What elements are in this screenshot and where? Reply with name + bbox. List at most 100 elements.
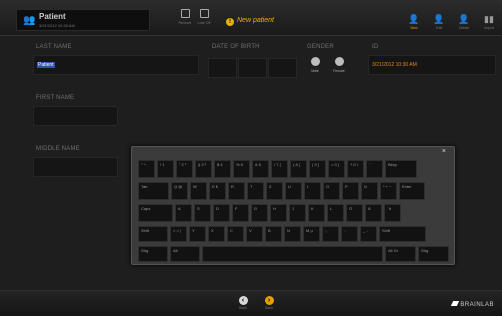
key[interactable]: Q @ (171, 182, 188, 200)
key[interactable]: X (208, 226, 225, 242)
female-label: Female (333, 69, 345, 73)
gender-label: Gender (307, 44, 334, 50)
key[interactable]: Ä (365, 204, 382, 222)
key[interactable]: D (213, 204, 230, 222)
middle-name-label: Middle name (36, 146, 80, 152)
key[interactable]: ; , (322, 226, 339, 242)
id-input[interactable]: 3/21/2012 10:30 AM (368, 55, 496, 75)
key[interactable]: M µ (303, 226, 320, 242)
key[interactable]: Ö (346, 204, 363, 222)
male-icon (310, 57, 320, 66)
app-window: 👥 Patient 3/21/2012 10:30 AM Remove Lock… (0, 0, 502, 316)
key[interactable]: U (285, 182, 302, 200)
key[interactable]: & 6 (252, 160, 269, 178)
delete-patient-button[interactable]: 👤 Delete (455, 15, 473, 33)
key[interactable]: R (228, 182, 245, 200)
dob-day-input[interactable] (208, 58, 237, 78)
key[interactable]: Alt (170, 246, 200, 262)
key-space[interactable] (202, 246, 383, 262)
key[interactable]: " 2 ² (176, 160, 193, 178)
top-bar: 👥 Patient 3/21/2012 10:30 AM Remove Lock… (0, 0, 502, 36)
key[interactable]: F (232, 204, 249, 222)
lock-off-button[interactable]: Lock Off (195, 9, 213, 31)
key[interactable]: G (251, 204, 268, 222)
import-button[interactable]: ▮▮ Import (480, 15, 498, 33)
key[interactable]: V (246, 226, 263, 242)
key[interactable]: E € (209, 182, 226, 200)
key[interactable]: Shift (138, 226, 168, 242)
key[interactable]: ' # (384, 204, 401, 222)
key[interactable]: Enter (399, 182, 425, 200)
patient-subtitle: 3/21/2012 10:30 AM (39, 23, 75, 28)
gender-male-button[interactable]: Male (308, 57, 322, 73)
edit-label: Edit (435, 26, 443, 30)
remove-label: Remove (178, 21, 192, 25)
last-name-input[interactable]: Patient (33, 55, 199, 75)
key[interactable]: = 0 } (328, 160, 345, 178)
key[interactable]: L (327, 204, 344, 222)
key[interactable]: W (190, 182, 207, 200)
done-label: Done (264, 306, 274, 310)
info-icon: ! (226, 18, 234, 26)
key[interactable]: P (342, 182, 359, 200)
new-label: New (410, 26, 418, 30)
new-patient-button[interactable]: 👤 New (405, 15, 423, 33)
key[interactable]: Ü (361, 182, 378, 200)
key[interactable]: ) 9 ] (309, 160, 326, 178)
key[interactable]: K (308, 204, 325, 222)
key[interactable]: > < | (170, 226, 187, 242)
bottom-bar (0, 290, 502, 316)
back-button[interactable]: ‹ Back (236, 296, 250, 310)
key[interactable]: J (289, 204, 306, 222)
patient-selector[interactable]: 👥 Patient 3/21/2012 10:30 AM (16, 9, 150, 31)
key[interactable]: B (265, 226, 282, 242)
dob-year-input[interactable] (268, 58, 297, 78)
key[interactable]: H (270, 204, 287, 222)
key[interactable]: * + ~ (380, 182, 397, 200)
lock-off-icon (199, 9, 209, 18)
patient-title: Patient (39, 12, 66, 21)
male-label: Male (311, 69, 319, 73)
key[interactable]: S (194, 204, 211, 222)
key[interactable]: $ 4 (214, 160, 231, 178)
edit-patient-icon: 👤 (433, 14, 445, 24)
key[interactable]: T (247, 182, 264, 200)
first-name-input[interactable] (33, 106, 118, 126)
key[interactable]: ! 1 (157, 160, 174, 178)
key[interactable]: Caps (138, 204, 173, 222)
delete-label: Delete (458, 26, 470, 30)
key[interactable]: Strg (418, 246, 449, 262)
key[interactable]: Strg (138, 246, 168, 262)
key[interactable]: Tab (138, 182, 169, 200)
id-value: 3/21/2012 10:30 AM (372, 62, 417, 68)
edit-patient-button[interactable]: 👤 Edit (430, 15, 448, 33)
key[interactable]: _ - (360, 226, 377, 242)
key[interactable]: Bksp (385, 160, 417, 178)
remove-button[interactable]: Remove (176, 9, 194, 31)
keyboard-close-icon[interactable]: × (442, 148, 446, 155)
key[interactable]: N (284, 226, 301, 242)
done-button[interactable]: › Done (262, 296, 276, 310)
first-name-label: First name (36, 95, 75, 101)
import-icon: ▮▮ (484, 14, 494, 24)
key[interactable]: Z (266, 182, 283, 200)
key[interactable]: § 3 ³ (195, 160, 212, 178)
key[interactable]: C (227, 226, 244, 242)
key[interactable]: ( 8 [ (290, 160, 307, 178)
key[interactable]: I (304, 182, 321, 200)
dob-month-input[interactable] (238, 58, 267, 78)
key[interactable]: Alt Gr (385, 246, 416, 262)
middle-name-input[interactable] (33, 157, 118, 177)
key[interactable]: A (175, 204, 192, 222)
key[interactable]: ` ´ (366, 160, 383, 178)
key[interactable]: ° ^ (138, 160, 155, 178)
gender-female-button[interactable]: Female (332, 57, 346, 73)
lock-off-label: Lock Off (197, 21, 211, 25)
key[interactable]: ? ß \ (347, 160, 364, 178)
key[interactable]: O (323, 182, 340, 200)
key[interactable]: Shift (379, 226, 426, 242)
key[interactable]: / 7 { (271, 160, 288, 178)
key[interactable]: : . (341, 226, 358, 242)
key[interactable]: Y (189, 226, 206, 242)
key[interactable]: % 5 (233, 160, 250, 178)
